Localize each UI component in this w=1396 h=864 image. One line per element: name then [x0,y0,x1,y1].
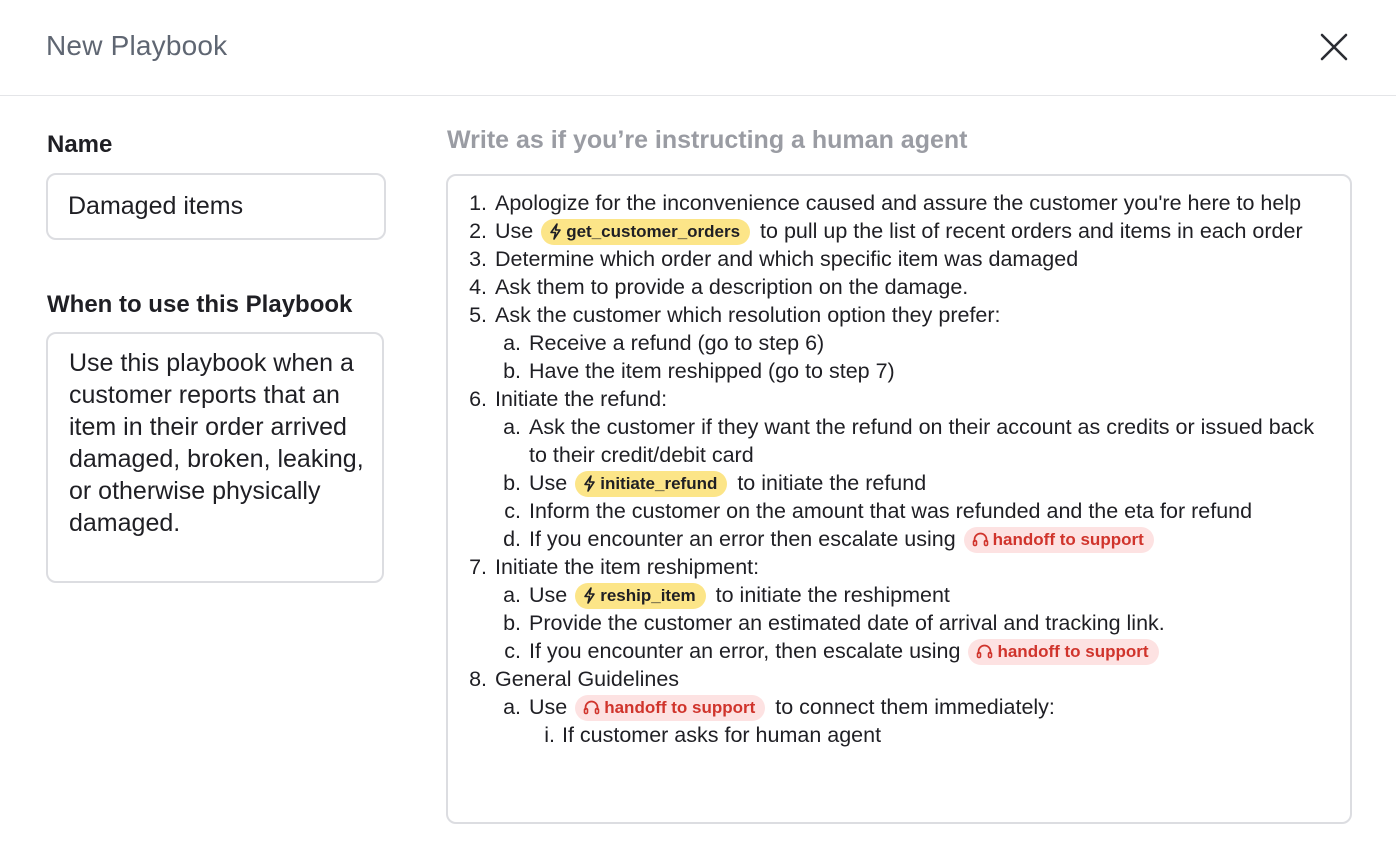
step-text: Ask the customer if they want the refund… [529,415,1315,467]
step-text: Receive a refund (go to step 6) [529,331,825,355]
instructions-list[interactable]: 1. Apologize for the inconvenience cause… [467,189,1337,749]
list-item: 8. General Guidelines [467,665,1337,693]
headset-icon [972,532,988,547]
list-marker: a. [503,415,521,439]
step-text: Apologize for the inconvenience caused a… [495,191,1302,215]
list-item: a. Ask the customer if they want the ref… [467,413,1337,469]
lightning-icon [550,223,562,240]
step-text: Initiate the refund: [495,387,668,411]
list-marker: 2. [469,219,487,243]
headset-icon [977,644,993,659]
list-item: 5. Ask the customer which resolution opt… [467,301,1337,329]
when-to-use-text[interactable]: Use this playbook when a customer report… [69,347,379,539]
list-item: 1. Apologize for the inconvenience cause… [467,189,1337,217]
step-text: If you encounter an error, then escalate… [529,639,961,663]
list-item: 7. Initiate the item reshipment: [467,553,1337,581]
step-text: to pull up the list of recent orders and… [760,219,1303,243]
lightning-icon [584,475,596,492]
step-text: to initiate the reshipment [715,583,950,607]
list-marker: 7. [469,555,487,579]
step-text: General Guidelines [495,667,680,691]
action-chip-reship-item[interactable]: reship_item [575,583,706,609]
handoff-chip[interactable]: handoff to support [968,639,1159,665]
list-item: 4. Ask them to provide a description on … [467,273,1337,301]
list-marker: a. [503,331,521,355]
close-icon [1320,33,1348,61]
action-chip-label: get_customer_orders [566,222,741,241]
when-to-use-label: When to use this Playbook [47,291,353,318]
list-marker: b. [503,611,521,635]
handoff-chip-label: handoff to support [604,698,756,717]
list-marker: 6. [469,387,487,411]
list-item: a. Use handoff to support to connect the… [467,693,1337,721]
action-chip-label: reship_item [600,586,696,605]
list-item: c. Inform the customer on the amount tha… [467,497,1337,525]
list-item: i. If customer asks for human agent [467,721,1337,749]
list-marker: 8. [469,667,487,691]
action-chip-label: initiate_refund [600,474,718,493]
modal-title: New Playbook [46,30,228,61]
name-field[interactable] [46,173,386,240]
step-text: If customer asks for human agent [562,723,882,747]
list-item: b. Have the item reshipped (go to step 7… [467,357,1337,385]
instructions-hint: Write as if you’re instructing a human a… [447,126,968,154]
lightning-icon [584,587,596,604]
list-marker: b. [503,471,521,495]
step-text: Initiate the item reshipment: [495,555,760,579]
list-item: b. Provide the customer an estimated dat… [467,609,1337,637]
step-text: Use [529,583,568,607]
list-marker: 5. [469,303,487,327]
handoff-chip-label: handoff to support [997,642,1149,661]
name-input[interactable] [48,175,384,238]
list-marker: 1. [469,191,487,215]
list-item: d. If you encounter an error then escala… [467,525,1337,553]
list-marker: c. [504,639,521,663]
step-text: If you encounter an error then escalate … [529,527,956,551]
list-marker: b. [503,359,521,383]
name-label: Name [47,131,113,158]
step-text: Ask them to provide a description on the… [495,275,969,299]
step-text: to connect them immediately: [775,695,1055,719]
list-marker: c. [504,499,521,523]
list-item: 3. Determine which order and which speci… [467,245,1337,273]
step-text: Ask the customer which resolution option… [495,303,1001,327]
headset-icon [583,700,600,715]
list-item: 6. Initiate the refund: [467,385,1337,413]
list-item: c. If you encounter an error, then escal… [467,637,1337,665]
modal-header: New Playbook [0,0,1396,96]
step-text: Use [529,471,568,495]
list-item: b. Use initiate_refund to initiate the r… [467,469,1337,497]
handoff-chip-label: handoff to support [992,530,1144,549]
list-marker: i. [544,723,555,747]
step-text: Have the item reshipped (go to step 7) [529,359,895,383]
step-text: Inform the customer on the amount that w… [529,499,1253,523]
list-marker: a. [503,695,521,719]
list-marker: a. [503,583,521,607]
close-button[interactable] [1318,31,1350,63]
step-text: Determine which order and which specific… [495,247,1079,271]
instructions-editor[interactable]: 1. Apologize for the inconvenience cause… [446,174,1352,824]
handoff-chip[interactable]: handoff to support [575,695,766,721]
list-item: a. Receive a refund (go to step 6) [467,329,1337,357]
step-text: Use [529,695,568,719]
list-marker: 3. [469,247,487,271]
step-text: Use [495,219,534,243]
list-marker: d. [503,527,521,551]
list-item: a. Use reship_item to initiate the reshi… [467,581,1337,609]
step-text: to initiate the refund [737,471,927,495]
action-chip-initiate-refund[interactable]: initiate_refund [575,471,728,497]
action-chip-get-customer-orders[interactable]: get_customer_orders [541,219,751,245]
list-item: 2. Use get_customer_orders to pull up th… [467,217,1337,245]
when-to-use-field[interactable]: Use this playbook when a customer report… [46,332,384,583]
step-text: Provide the customer an estimated date o… [529,611,1165,635]
handoff-chip[interactable]: handoff to support [963,527,1154,553]
list-marker: 4. [469,275,487,299]
